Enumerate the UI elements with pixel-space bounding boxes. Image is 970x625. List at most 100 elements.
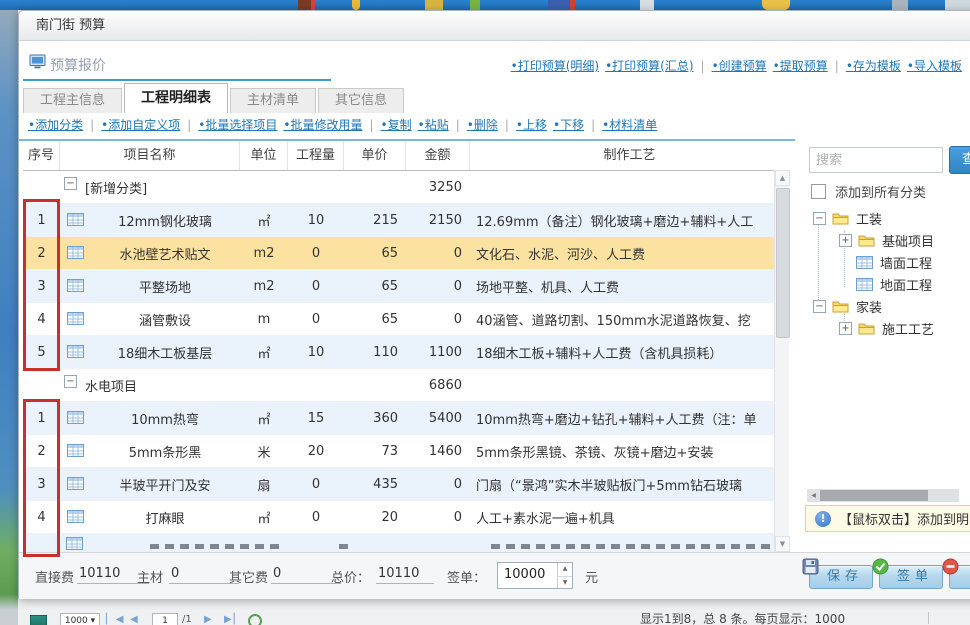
spinner-up-icon[interactable]: ▲: [558, 563, 572, 577]
tab-2[interactable]: 工程明细表: [124, 83, 228, 113]
header-action-link[interactable]: •存为模板: [846, 59, 901, 73]
add-to-all-checkbox[interactable]: 添加到所有分类: [811, 182, 926, 201]
table-row[interactable]: 112mm钢化玻璃㎡10215215012.69mm（备注）钢化玻璃+磨边+辅料…: [23, 204, 789, 237]
last-page-icon[interactable]: ▶▏: [224, 614, 243, 625]
scrollbar-thumb[interactable]: [820, 490, 928, 501]
tab-1[interactable]: 工程主信息: [23, 88, 122, 113]
tree-item-墙面工程[interactable]: 墙面工程: [801, 251, 970, 273]
page-number-input[interactable]: 1: [152, 613, 178, 625]
cell-unit: ㎡: [240, 508, 288, 527]
cell-craft: 文化石、水泥、河沙、人工费: [470, 244, 789, 263]
collapse-icon[interactable]: −: [64, 375, 77, 388]
spinner-down-icon[interactable]: ▼: [558, 577, 572, 590]
grid-table-icon[interactable]: [60, 408, 90, 428]
scrollbar-thumb[interactable]: [776, 188, 790, 338]
grid-table-icon[interactable]: [60, 342, 90, 362]
cell-unit: m: [240, 312, 288, 327]
collapse-icon[interactable]: −: [813, 300, 826, 313]
grid-table-icon[interactable]: [60, 243, 90, 263]
toolbar-action-link[interactable]: •批量选择项目: [198, 118, 277, 132]
collapse-icon[interactable]: −: [813, 212, 826, 225]
table-row-clipped[interactable]: [23, 534, 789, 552]
cell-name: 5mm条形黑: [90, 442, 240, 461]
search-button[interactable]: 查: [949, 146, 970, 174]
table-row[interactable]: 3平整场地m20650场地平整、机具、人工费: [23, 270, 789, 303]
expand-icon[interactable]: +: [839, 234, 852, 247]
toolbar-action-link[interactable]: •下移: [553, 118, 584, 132]
table-row[interactable]: 4涵管敷设m065040涵管、道路切割、150mm水泥道路恢复、挖: [23, 303, 789, 336]
toolbar-action-link[interactable]: •复制: [381, 118, 412, 132]
table-row[interactable]: 110mm热弯㎡15360540010mm热弯+磨边+钻孔+辅料+人工费（注：单: [23, 402, 789, 435]
folder-icon: [858, 234, 875, 247]
link-separator: |: [701, 59, 705, 73]
folder-icon: [832, 212, 849, 225]
checkbox-icon[interactable]: [811, 184, 826, 199]
cell-amount: 3250: [406, 180, 470, 195]
budget-dialog: 南门街 预算 预算报价 •打印预算(明细)•打印预算(汇总)|•创建预算•提取预…: [18, 10, 970, 599]
tree-item-施工工艺[interactable]: +施工工艺: [801, 317, 970, 339]
monitor-icon: [29, 54, 46, 73]
cell-unit: m2: [240, 246, 288, 261]
column-header: 制作工艺: [470, 141, 789, 170]
table-row[interactable]: 3半玻平开门及安扇04350门扇（“景鸿”实木半玻贴板门+5mm钻石玻璃: [23, 468, 789, 501]
grid-table-icon[interactable]: [60, 210, 90, 230]
cell-seq: 2: [23, 444, 60, 459]
cell-amount: 0: [406, 312, 470, 327]
toolbar-action-link[interactable]: •上移: [516, 118, 547, 132]
toolbar-action-link[interactable]: •材料清单: [602, 118, 657, 132]
grid-table-icon[interactable]: [60, 441, 90, 461]
column-header: 序号: [23, 141, 60, 170]
header-action-link[interactable]: •打印预算(汇总): [605, 59, 693, 73]
tree-item-基础项目[interactable]: +基础项目: [801, 229, 970, 251]
header-action-link[interactable]: •导入模板: [907, 59, 962, 73]
horizontal-scrollbar[interactable]: ◀: [807, 489, 959, 502]
next-page-icon[interactable]: ▶: [204, 614, 214, 625]
prev-page-icon[interactable]: ◀: [130, 614, 140, 625]
tree-item-地面工程[interactable]: 地面工程: [801, 273, 970, 295]
page-size-select[interactable]: 1000 ▾: [60, 613, 100, 625]
link-separator: |: [90, 118, 94, 132]
grid-table-icon[interactable]: [60, 534, 90, 552]
toolbar-action-link[interactable]: •添加分类: [28, 118, 83, 132]
toolbar-action-link[interactable]: •粘贴: [418, 118, 449, 132]
cell-unit: ㎡: [240, 343, 288, 362]
cell-price: 360: [344, 411, 406, 426]
table-row[interactable]: 518细木工板基层㎡10110110018细木工板+辅料+人工费（含机具损耗）: [23, 336, 789, 369]
toolbar-action-link[interactable]: •删除: [467, 118, 498, 132]
search-input[interactable]: [809, 147, 943, 173]
grid-table-icon[interactable]: [60, 276, 90, 296]
grid-table-icon[interactable]: [60, 309, 90, 329]
desktop-background-strip: [0, 0, 970, 10]
table-row[interactable]: 2水池壁艺术贴文m20650文化石、水泥、河沙、人工费: [23, 237, 789, 270]
cell-amount: 0: [406, 510, 470, 525]
expand-icon[interactable]: +: [839, 322, 852, 335]
header-action-link[interactable]: •提取预算: [773, 59, 828, 73]
scroll-up-icon[interactable]: ▲: [775, 170, 790, 186]
table-row[interactable]: 4打麻眼㎡0200人工+素水泥一遍+机具: [23, 501, 789, 534]
scroll-down-icon[interactable]: ▼: [775, 536, 790, 552]
header-action-link[interactable]: •创建预算: [712, 59, 767, 73]
tree-item-家装[interactable]: −家装: [801, 295, 970, 317]
table-row[interactable]: 25mm条形黑米207314605mm条形黑镜、茶镜、灰镜+磨边+安装: [23, 435, 789, 468]
dialog-titlebar[interactable]: 南门街 预算: [19, 11, 970, 41]
cell-craft: 40涵管、道路切割、150mm水泥道路恢复、挖: [470, 310, 789, 329]
table-group-row[interactable]: −水电项目6860: [23, 369, 789, 402]
desktop-icon-fragment: [548, 0, 570, 10]
sign-amount-input[interactable]: [502, 566, 556, 583]
toolbar-action-link[interactable]: •批量修改用量: [283, 118, 362, 132]
first-page-icon[interactable]: ▏◀: [106, 614, 125, 625]
refresh-icon[interactable]: [248, 614, 262, 625]
vertical-scrollbar[interactable]: ▲ ▼: [774, 170, 789, 552]
cell-price: 65: [344, 246, 406, 261]
collapse-icon[interactable]: −: [64, 177, 77, 190]
scroll-left-icon[interactable]: ◀: [807, 489, 820, 502]
tab-3[interactable]: 主材清单: [230, 88, 316, 113]
cell-name: 18细木工板基层: [90, 343, 240, 362]
grid-table-icon[interactable]: [60, 474, 90, 494]
tab-4[interactable]: 其它信息: [318, 88, 404, 113]
table-group-row[interactable]: −[新增分类]3250: [23, 171, 789, 204]
toolbar-action-link[interactable]: •添加自定义项: [101, 118, 180, 132]
tree-item-工装[interactable]: −工装: [801, 207, 970, 229]
grid-table-icon[interactable]: [60, 507, 90, 527]
header-action-link[interactable]: •打印预算(明细): [511, 59, 599, 73]
